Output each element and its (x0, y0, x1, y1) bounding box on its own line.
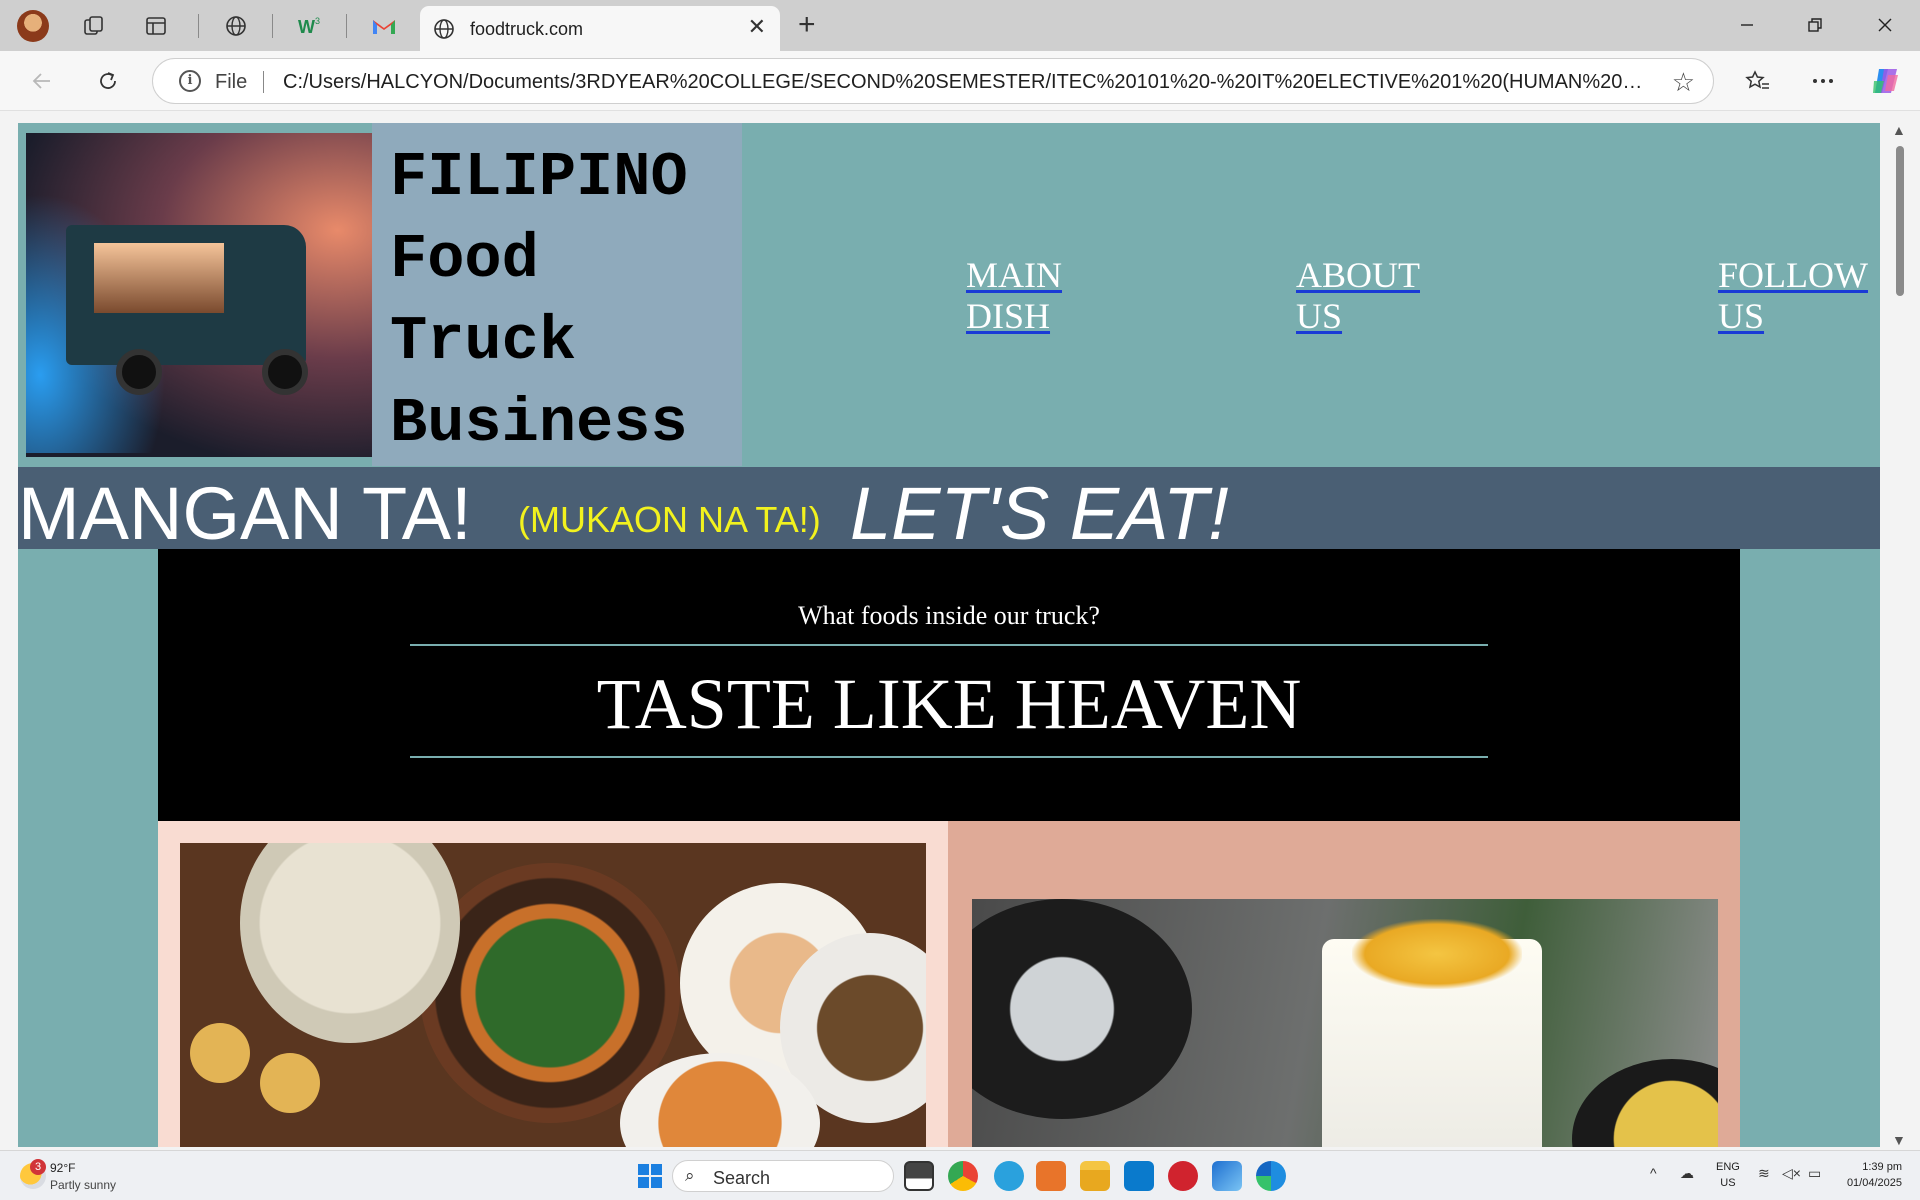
system-clock[interactable]: 1:39 pm 01/04/2025 (1834, 1159, 1902, 1191)
filipino-dishes-image (180, 843, 926, 1147)
browser-toolbar: i File C:/Users/HALCYON/Documents/3RDYEA… (0, 51, 1920, 111)
site-title: FILIPINO Food Truck Business (390, 142, 688, 459)
xampp-icon[interactable] (1036, 1161, 1066, 1191)
battery-icon[interactable]: ▭ (1808, 1165, 1821, 1182)
dessert-drink-image (972, 899, 1718, 1147)
edge-icon[interactable] (1256, 1161, 1286, 1191)
windows-start-icon[interactable] (638, 1164, 662, 1188)
slogan-mukaon-na-ta: (MUKAON NA TA!) (518, 499, 821, 540)
nav-link-follow-us[interactable]: FOLLOW US (1718, 255, 1868, 337)
svg-text:W: W (298, 17, 315, 37)
page-scrollbar[interactable]: ▲ ▼ (1888, 120, 1912, 1150)
tab-foodtruck[interactable]: foodtruck.com ✕ (420, 6, 780, 51)
vscode-icon[interactable] (1124, 1161, 1154, 1191)
section-question: What foods inside our truck? (798, 601, 1100, 630)
web-page: FILIPINO Food Truck Business MAIN DISH AB… (18, 123, 1880, 1147)
favorites-icon[interactable] (1738, 63, 1778, 99)
refresh-icon[interactable] (88, 63, 128, 99)
tab-separator (198, 14, 199, 38)
windows-taskbar: 3 92°F Partly sunny ⌕ Search ^ ☁ ENG US ≋… (0, 1150, 1920, 1200)
close-window-icon[interactable] (1862, 8, 1908, 42)
copilot-icon[interactable] (1866, 63, 1906, 99)
food-panel-left (158, 821, 948, 1147)
pinterest-icon[interactable] (1168, 1161, 1198, 1191)
globe-tab-icon[interactable] (220, 10, 252, 42)
tab-title: foodtruck.com (470, 19, 584, 39)
tab-close-icon[interactable]: ✕ (748, 14, 766, 40)
scrollbar-thumb[interactable] (1896, 146, 1904, 296)
task-view-icon[interactable] (904, 1161, 934, 1191)
site-info-icon[interactable]: i (179, 70, 201, 92)
minimize-icon[interactable] (1724, 8, 1770, 42)
wps-tab-icon[interactable]: W3 (294, 10, 326, 42)
weather-notification-badge: 3 (30, 1159, 46, 1175)
url-text[interactable]: C:/Users/HALCYON/Documents/3RDYEAR%20COL… (283, 71, 1643, 94)
tab-separator (346, 14, 347, 38)
profile-avatar-icon[interactable] (17, 10, 49, 42)
food-panel-right (948, 821, 1740, 1147)
search-label: Search (713, 1168, 771, 1188)
scroll-down-icon[interactable]: ▼ (1892, 1132, 1906, 1148)
wifi-icon[interactable]: ≋ (1758, 1165, 1770, 1182)
tab-separator (272, 14, 273, 38)
divider-top (410, 644, 1488, 646)
taskbar-search[interactable]: ⌕ Search (672, 1160, 894, 1192)
divider-bottom (410, 756, 1488, 758)
tray-overflow-icon[interactable]: ^ (1650, 1165, 1657, 1181)
svg-text:3: 3 (315, 16, 320, 26)
menu-intro-section: What foods inside our truck? TASTE LIKE … (158, 549, 1740, 821)
more-options-icon[interactable] (1803, 63, 1843, 99)
section-heading: TASTE LIKE HEAVEN (596, 664, 1302, 744)
slogan-mangan-ta: MANGAN TA! (18, 472, 472, 555)
scroll-up-icon[interactable]: ▲ (1892, 122, 1906, 138)
new-tab-button[interactable]: + (798, 8, 816, 42)
weather-description: Partly sunny (50, 1178, 117, 1192)
browser-tab-bar: W3 foodtruck.com ✕ + (0, 0, 1920, 51)
workspaces-icon[interactable] (78, 10, 110, 42)
weather-temperature: 92°F (50, 1161, 76, 1175)
telegram-icon[interactable] (994, 1161, 1024, 1191)
gmail-tab-icon[interactable] (368, 10, 400, 42)
favorite-star-icon[interactable]: ☆ (1672, 67, 1695, 98)
search-icon: ⌕ (685, 1166, 695, 1185)
site-title-box: FILIPINO Food Truck Business (372, 123, 742, 466)
onedrive-icon[interactable]: ☁ (1680, 1165, 1694, 1182)
slogan-banner: MANGAN TA! (MUKAON NA TA!) LET'S EAT! (18, 467, 1880, 555)
vertical-tabs-icon[interactable] (140, 10, 172, 42)
nav-link-main-dish[interactable]: MAIN DISH (966, 255, 1062, 337)
url-scheme-label: File (215, 71, 248, 93)
volume-muted-icon[interactable]: ◁× (1782, 1165, 1801, 1182)
globe-icon (434, 19, 454, 39)
food-truck-image (26, 133, 372, 457)
back-arrow-icon[interactable] (22, 63, 62, 99)
paint-icon[interactable] (1212, 1161, 1242, 1191)
url-divider (263, 71, 264, 93)
slogan-lets-eat: LET'S EAT! (850, 472, 1229, 555)
chrome-icon[interactable] (948, 1161, 978, 1191)
restore-icon[interactable] (1792, 8, 1838, 42)
nav-link-about-us[interactable]: ABOUT US (1296, 255, 1420, 337)
file-explorer-icon[interactable] (1080, 1161, 1110, 1191)
address-bar[interactable]: i File C:/Users/HALCYON/Documents/3RDYEA… (152, 58, 1714, 104)
language-indicator[interactable]: ENG US (1716, 1159, 1740, 1191)
